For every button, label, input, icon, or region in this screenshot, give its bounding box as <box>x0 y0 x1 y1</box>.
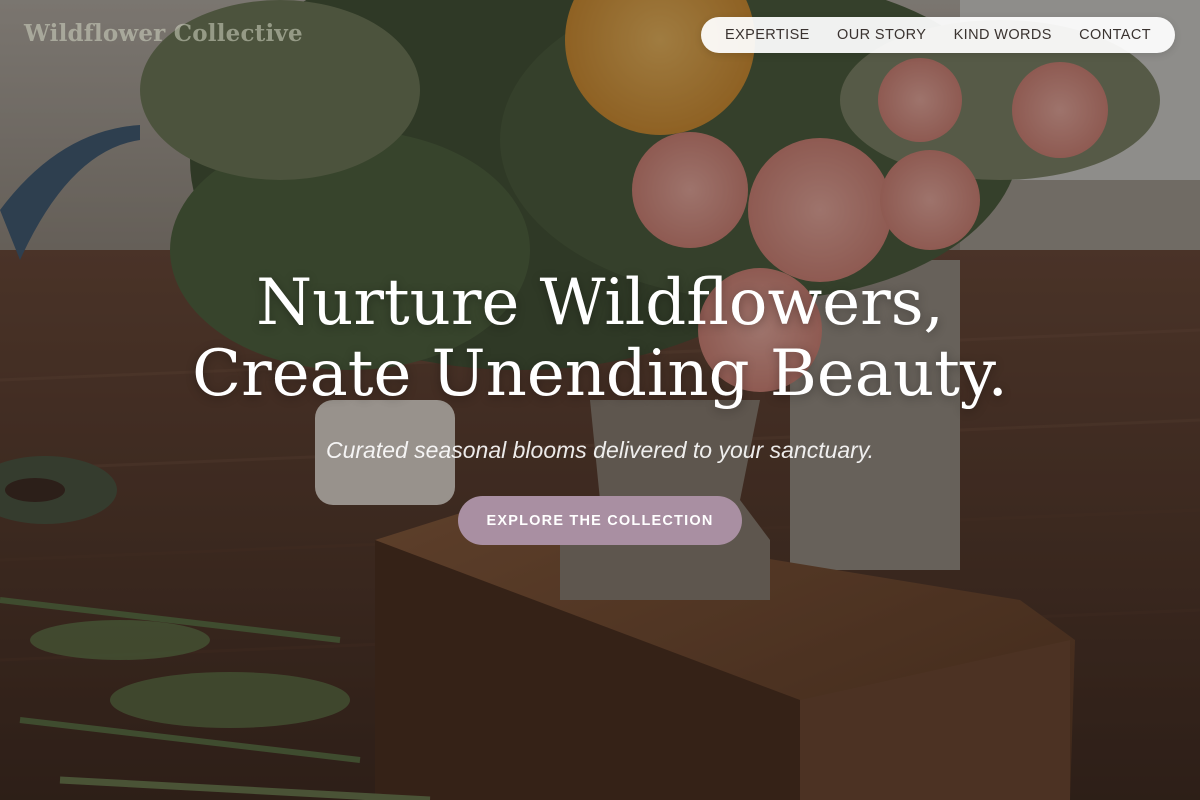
top-navigation: EXPERTISE OUR STORY KIND WORDS CONTACT <box>701 17 1175 53</box>
hero-section: Wildflower Collective EXPERTISE OUR STOR… <box>0 0 1200 800</box>
hero-headline-line-2: Create Unending Beauty. <box>192 337 1008 411</box>
nav-item-our-story[interactable]: OUR STORY <box>837 27 926 43</box>
hero-tagline: Curated seasonal blooms delivered to you… <box>325 437 875 463</box>
hero-headline-line-1: Nurture Wildflowers, <box>256 266 944 340</box>
explore-collection-button[interactable]: EXPLORE THE COLLECTION <box>458 496 742 545</box>
brand-logo[interactable]: Wildflower Collective <box>24 20 303 47</box>
nav-item-kind-words[interactable]: KIND WORDS <box>954 27 1052 43</box>
nav-item-contact[interactable]: CONTACT <box>1079 27 1151 43</box>
nav-item-expertise[interactable]: EXPERTISE <box>725 27 810 43</box>
hero-headline: Nurture Wildflowers, Create Unending Bea… <box>0 268 1200 410</box>
